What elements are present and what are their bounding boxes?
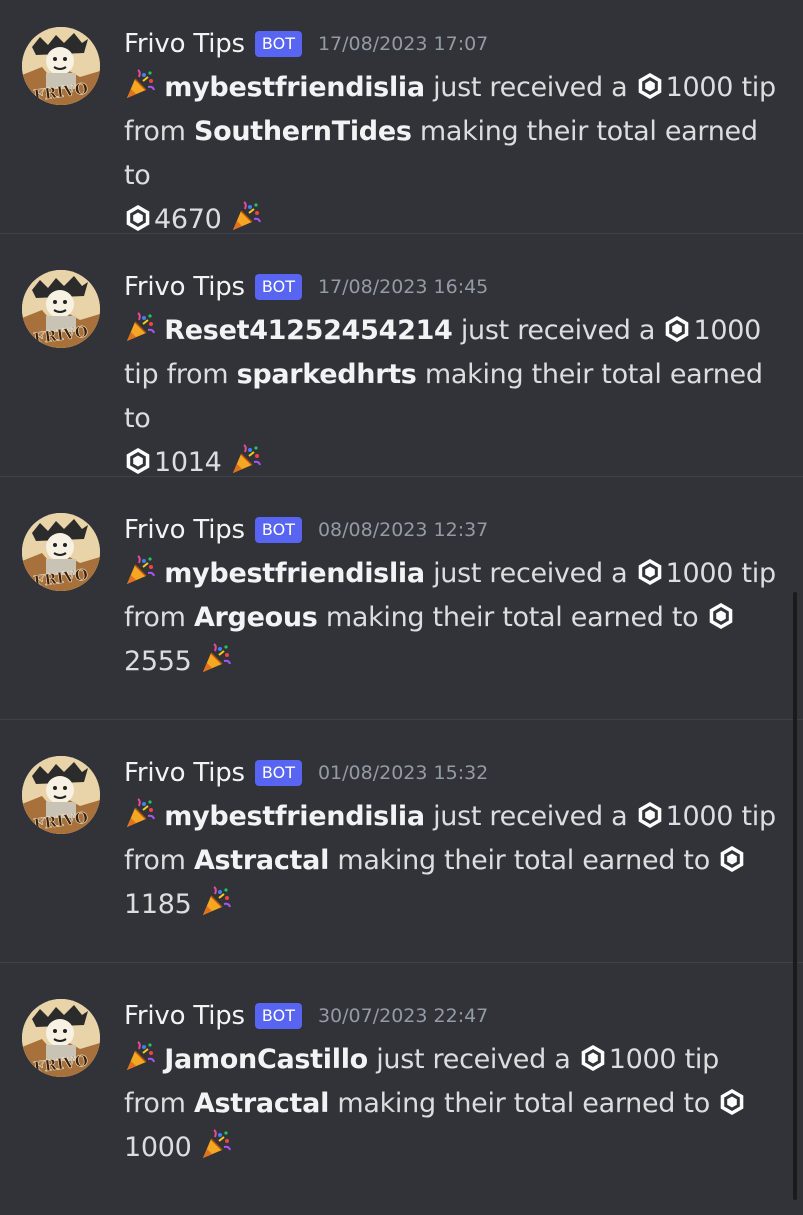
party-popper-icon bbox=[127, 1041, 155, 1070]
timestamp: 01/08/2023 15:32 bbox=[317, 762, 489, 784]
bot-tag: BOT bbox=[254, 1003, 302, 1029]
message-2: FRIVO Frivo Tips BOT 17/08/2023 16:45 Re… bbox=[0, 243, 803, 486]
robux-icon bbox=[126, 448, 150, 474]
message-content: mybestfriendislia just received a 1000 t… bbox=[124, 66, 789, 242]
message-text: from bbox=[124, 602, 186, 633]
robux-icon bbox=[666, 316, 689, 342]
sender-name[interactable]: sparkedhrts bbox=[237, 359, 417, 390]
timestamp: 08/08/2023 12:37 bbox=[317, 519, 489, 541]
tip-amount: 1000 bbox=[665, 558, 734, 589]
message-header: Frivo Tips BOT 30/07/2023 22:47 bbox=[124, 998, 488, 1034]
sender-name[interactable]: Astractal bbox=[194, 1088, 329, 1119]
robux-icon bbox=[581, 1045, 605, 1071]
message-header: Frivo Tips BOT 17/08/2023 17:07 bbox=[124, 26, 488, 62]
party-popper-icon bbox=[127, 798, 155, 827]
author-name[interactable]: Frivo Tips bbox=[124, 758, 245, 788]
robux-icon bbox=[720, 1089, 744, 1115]
tip-amount: 1000 bbox=[693, 315, 761, 346]
message-text: just received a bbox=[433, 72, 628, 103]
robux-icon bbox=[126, 205, 150, 231]
message-header: Frivo Tips BOT 17/08/2023 16:45 bbox=[124, 269, 488, 305]
message-text: from bbox=[124, 1088, 186, 1119]
party-popper-icon bbox=[127, 69, 155, 98]
message-content: mybestfriendislia just received a 1000 t… bbox=[124, 552, 789, 684]
avatar[interactable]: FRIVO bbox=[22, 756, 100, 834]
author-name[interactable]: Frivo Tips bbox=[124, 272, 245, 302]
avatar[interactable]: FRIVO bbox=[22, 999, 100, 1077]
message-text: from bbox=[124, 116, 186, 147]
message-5: FRIVO Frivo Tips BOT 30/07/2023 22:47 Ja… bbox=[0, 972, 803, 1215]
scrollbar[interactable] bbox=[793, 592, 797, 1200]
message-text: just received a bbox=[460, 315, 656, 346]
robux-icon bbox=[638, 802, 661, 828]
robux-icon bbox=[709, 603, 733, 629]
party-popper-icon bbox=[202, 643, 231, 672]
message-divider bbox=[0, 233, 803, 234]
message-content: JamonCastillo just received a 1000 tip fr… bbox=[124, 1038, 789, 1170]
message-content: mybestfriendislia just received a 1000 t… bbox=[124, 795, 789, 927]
message-divider bbox=[0, 476, 803, 477]
message-3: FRIVO Frivo Tips BOT 08/08/2023 12:37 my… bbox=[0, 486, 803, 729]
sender-name[interactable]: Astractal bbox=[194, 845, 329, 876]
message-text: tip bbox=[741, 801, 776, 832]
recipient-name[interactable]: Reset41252454214 bbox=[164, 315, 453, 346]
tip-amount: 1000 bbox=[665, 72, 734, 103]
party-popper-icon bbox=[232, 444, 261, 473]
party-popper-icon bbox=[202, 1129, 231, 1158]
message-1: FRIVO Frivo Tips BOT 17/08/2023 17:07 my… bbox=[0, 0, 803, 243]
message-header: Frivo Tips BOT 08/08/2023 12:37 bbox=[124, 512, 488, 548]
recipient-name[interactable]: mybestfriendislia bbox=[164, 72, 425, 103]
robux-icon bbox=[720, 846, 744, 872]
sender-name[interactable]: SouthernTides bbox=[194, 116, 412, 147]
message-header: Frivo Tips BOT 01/08/2023 15:32 bbox=[124, 755, 488, 791]
message-4: FRIVO Frivo Tips BOT 01/08/2023 15:32 my… bbox=[0, 729, 803, 972]
message-text: tip bbox=[741, 558, 776, 589]
sender-name[interactable]: Argeous bbox=[194, 602, 318, 633]
message-text: making their total earned to bbox=[337, 1088, 710, 1119]
bot-tag: BOT bbox=[254, 31, 302, 57]
timestamp: 30/07/2023 22:47 bbox=[317, 1005, 489, 1027]
party-popper-icon bbox=[232, 201, 261, 230]
message-text: tip bbox=[684, 1044, 720, 1075]
author-name[interactable]: Frivo Tips bbox=[124, 515, 245, 545]
message-divider bbox=[0, 719, 803, 720]
bot-tag: BOT bbox=[254, 274, 302, 300]
avatar[interactable]: FRIVO bbox=[22, 270, 100, 348]
message-divider bbox=[0, 962, 803, 963]
author-name[interactable]: Frivo Tips bbox=[124, 29, 245, 59]
message-text: just received a bbox=[433, 558, 628, 589]
robux-icon bbox=[638, 559, 661, 585]
total-earned: 1000 bbox=[124, 1132, 192, 1163]
timestamp: 17/08/2023 16:45 bbox=[317, 276, 489, 298]
message-text: just received a bbox=[376, 1044, 571, 1075]
message-content: Reset41252454214 just received a 1000 tip… bbox=[124, 309, 789, 485]
avatar[interactable]: FRIVO bbox=[22, 513, 100, 591]
total-earned: 2555 bbox=[124, 646, 192, 677]
total-earned: 4670 bbox=[154, 204, 222, 235]
message-text: making their total earned to bbox=[337, 845, 710, 876]
party-popper-icon bbox=[127, 312, 155, 341]
message-text: just received a bbox=[433, 801, 628, 832]
recipient-name[interactable]: JamonCastillo bbox=[164, 1044, 368, 1075]
recipient-name[interactable]: mybestfriendislia bbox=[164, 558, 425, 589]
total-earned: 1014 bbox=[154, 447, 222, 478]
bot-tag: BOT bbox=[254, 517, 302, 543]
message-feed: FRIVO Frivo Tips BOT 17/08/2023 17:07 my… bbox=[0, 0, 803, 1200]
message-text: from bbox=[166, 359, 229, 390]
message-text: tip bbox=[741, 72, 776, 103]
timestamp: 17/08/2023 17:07 bbox=[317, 33, 489, 55]
message-text: from bbox=[124, 845, 186, 876]
bot-tag: BOT bbox=[254, 760, 302, 786]
total-earned: 1185 bbox=[124, 889, 192, 920]
tip-amount: 1000 bbox=[665, 801, 734, 832]
recipient-name[interactable]: mybestfriendislia bbox=[164, 801, 425, 832]
message-text: tip bbox=[124, 359, 159, 390]
author-name[interactable]: Frivo Tips bbox=[124, 1001, 245, 1031]
party-popper-icon bbox=[202, 886, 231, 915]
avatar[interactable]: FRIVO bbox=[22, 27, 100, 105]
tip-amount: 1000 bbox=[608, 1044, 677, 1075]
party-popper-icon bbox=[127, 555, 155, 584]
robux-icon bbox=[638, 73, 661, 99]
message-text: making their total earned to bbox=[325, 602, 699, 633]
